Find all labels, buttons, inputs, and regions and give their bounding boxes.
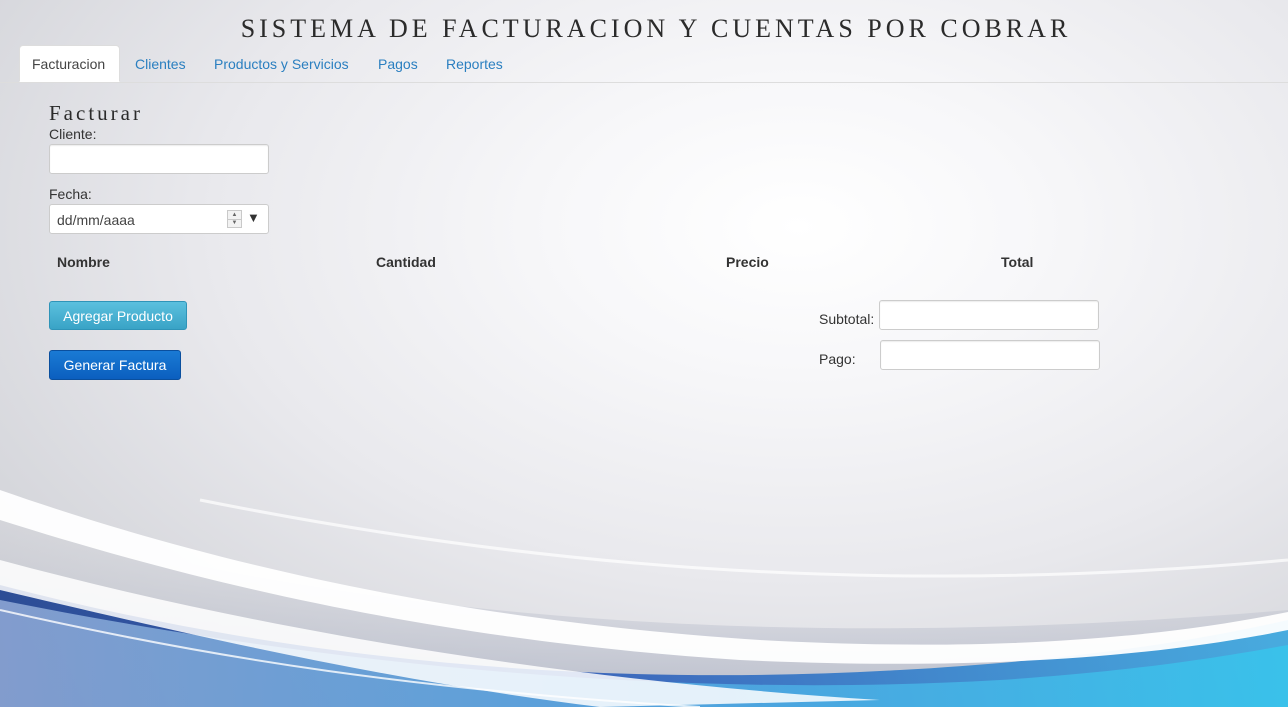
add-product-button[interactable]: Agregar Producto: [49, 301, 187, 330]
tab-productos-servicios[interactable]: Productos y Servicios: [214, 45, 349, 82]
section-title: Facturar: [49, 101, 143, 125]
tab-clientes[interactable]: Clientes: [135, 45, 186, 82]
nav-tabs: Facturacion Clientes Productos y Servici…: [0, 45, 1288, 83]
pago-label: Pago:: [819, 351, 856, 367]
generate-invoice-button[interactable]: Generar Factura: [49, 350, 181, 380]
cliente-input[interactable]: [49, 144, 269, 174]
column-header-nombre: Nombre: [57, 254, 110, 270]
fecha-placeholder: dd/mm/aaaa: [57, 212, 135, 228]
fecha-label: Fecha:: [49, 186, 92, 202]
column-header-cantidad: Cantidad: [376, 254, 436, 270]
subtotal-input[interactable]: [879, 300, 1099, 330]
tab-pagos[interactable]: Pagos: [378, 45, 418, 82]
subtotal-label: Subtotal:: [819, 311, 875, 327]
calendar-dropdown-icon[interactable]: ▼: [247, 210, 260, 225]
fecha-date-input[interactable]: dd/mm/aaaa ▲ ▼ ▼: [49, 204, 269, 234]
tab-facturacion[interactable]: Facturacion: [19, 45, 120, 82]
column-header-precio: Precio: [726, 254, 769, 270]
cliente-label: Cliente:: [49, 126, 97, 142]
pago-input[interactable]: [880, 340, 1100, 370]
tab-reportes[interactable]: Reportes: [446, 45, 503, 82]
date-spinner[interactable]: ▲ ▼: [227, 210, 242, 228]
spin-down-icon[interactable]: ▼: [228, 219, 241, 227]
app-title: SISTEMA DE FACTURACION Y CUENTAS POR COB…: [240, 14, 1072, 43]
column-header-total: Total: [1001, 254, 1034, 270]
